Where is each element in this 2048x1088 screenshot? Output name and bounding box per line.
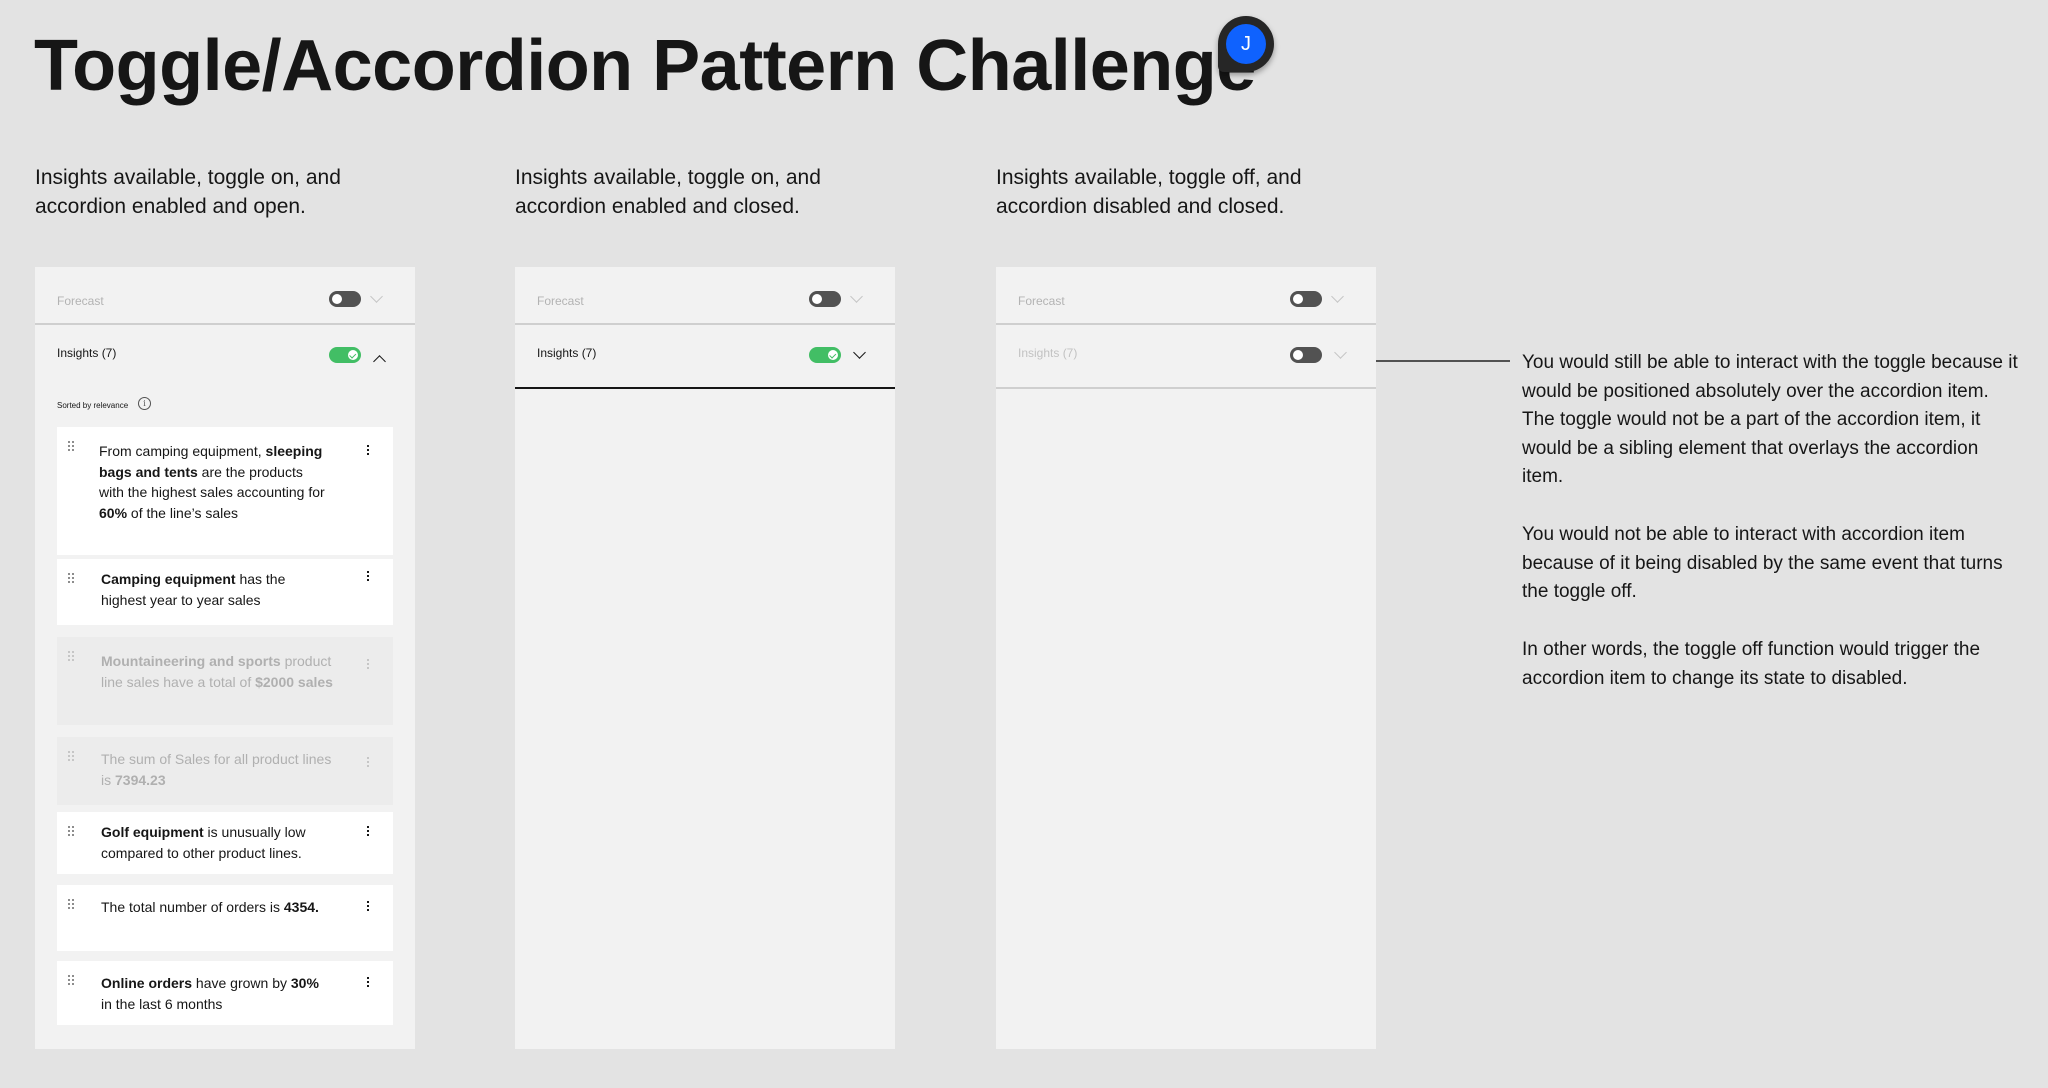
toggle-knob bbox=[812, 294, 822, 304]
toggle-knob bbox=[332, 294, 342, 304]
insight-text-run: From camping equipment, bbox=[99, 443, 266, 459]
forecast-row[interactable]: Forecast bbox=[996, 267, 1376, 325]
insight-text-run: have grown by bbox=[192, 975, 291, 991]
forecast-row[interactable]: Forecast bbox=[515, 267, 895, 325]
panel-disabled: Forecast Insights (7) bbox=[996, 267, 1376, 1049]
insights-toggle[interactable] bbox=[1290, 347, 1322, 363]
toggle-knob bbox=[348, 350, 358, 360]
toggle-knob bbox=[828, 350, 838, 360]
insight-emphasis: Mountaineering and sports bbox=[101, 653, 281, 669]
insight-text: Online orders have grown by 30% in the l… bbox=[101, 973, 333, 1014]
insight-emphasis: Golf equipment bbox=[101, 824, 204, 840]
column-3-caption: Insights available, toggle off, and acco… bbox=[996, 166, 1302, 218]
chevron-down-icon bbox=[1334, 346, 1347, 359]
chevron-down-icon[interactable] bbox=[850, 290, 863, 303]
insight-text: From camping equipment, sleeping bags an… bbox=[99, 441, 331, 523]
panel-open: Forecast Insights (7) Sorted by relevanc… bbox=[35, 267, 415, 1049]
insight-text: Golf equipment is unusually low compared… bbox=[101, 822, 333, 863]
chevron-down-icon[interactable] bbox=[853, 346, 866, 359]
insight-card[interactable]: From camping equipment, sleeping bags an… bbox=[57, 427, 393, 555]
toggle-knob bbox=[1293, 294, 1303, 304]
annotation-note: You would not be able to interact with a… bbox=[1522, 524, 2003, 602]
insight-emphasis: Online orders bbox=[101, 975, 193, 991]
overflow-menu-icon[interactable] bbox=[367, 659, 369, 661]
overflow-menu-icon[interactable] bbox=[367, 901, 369, 903]
avatar-badge[interactable]: J bbox=[1218, 16, 1274, 72]
insight-text: The total number of orders is 4354. bbox=[101, 897, 333, 918]
insight-text: The sum of Sales for all product lines i… bbox=[101, 749, 333, 790]
drag-handle-icon[interactable] bbox=[67, 751, 75, 761]
annotation-note: You would still be able to interact with… bbox=[1522, 352, 2018, 487]
forecast-toggle[interactable] bbox=[809, 291, 841, 307]
insight-text-run: in the last 6 months bbox=[101, 995, 223, 1012]
overflow-menu-icon[interactable] bbox=[367, 445, 369, 447]
insight-text: Mountaineering and sports product line s… bbox=[101, 651, 333, 692]
insights-accordion-header[interactable]: Insights (7) bbox=[35, 325, 415, 387]
column-2-caption: Insights available, toggle on, and accor… bbox=[515, 166, 821, 218]
insight-text-run: The total number of orders is bbox=[101, 899, 284, 915]
drag-handle-icon[interactable] bbox=[67, 441, 75, 451]
chevron-down-icon[interactable] bbox=[370, 290, 383, 303]
drag-handle-icon[interactable] bbox=[67, 975, 75, 985]
drag-handle-icon[interactable] bbox=[67, 826, 75, 836]
drag-handle-icon[interactable] bbox=[67, 899, 75, 909]
chevron-up-icon[interactable] bbox=[373, 355, 386, 368]
insight-card[interactable]: Mountaineering and sports product line s… bbox=[57, 637, 393, 725]
insight-emphasis: Camping equipment bbox=[101, 571, 236, 587]
overflow-menu-icon[interactable] bbox=[367, 977, 369, 979]
insight-emphasis: 60% bbox=[99, 504, 128, 521]
drag-handle-icon[interactable] bbox=[67, 573, 75, 583]
insight-emphasis: 7394.23 bbox=[115, 771, 166, 788]
insight-emphasis: 4354. bbox=[283, 899, 319, 915]
insight-text-run: of the line’s sales bbox=[127, 504, 239, 521]
insight-emphasis: $2000 sales bbox=[255, 673, 333, 690]
overflow-menu-icon[interactable] bbox=[367, 571, 369, 573]
panel-closed: Forecast Insights (7) bbox=[515, 267, 895, 1049]
insight-card[interactable]: Golf equipment is unusually low compared… bbox=[57, 812, 393, 874]
insights-toggle[interactable] bbox=[329, 347, 361, 363]
insight-text: Camping equipment has the highest year t… bbox=[101, 569, 333, 610]
annotation-note: In other words, the toggle off function … bbox=[1522, 639, 1981, 689]
forecast-label: Forecast bbox=[57, 294, 104, 308]
info-icon[interactable]: i bbox=[138, 397, 151, 410]
insight-card[interactable]: The total number of orders is 4354. bbox=[57, 885, 393, 951]
chevron-down-icon[interactable] bbox=[1331, 290, 1344, 303]
annotation-connector-line bbox=[1376, 360, 1510, 362]
overflow-menu-icon[interactable] bbox=[367, 757, 369, 759]
forecast-label: Forecast bbox=[1018, 294, 1065, 308]
toggle-knob bbox=[1293, 350, 1303, 360]
drag-handle-icon[interactable] bbox=[67, 651, 75, 661]
insight-card[interactable]: The sum of Sales for all product lines i… bbox=[57, 737, 393, 805]
overflow-menu-icon[interactable] bbox=[367, 826, 369, 828]
column-1-caption: Insights available, toggle on, and accor… bbox=[35, 166, 341, 218]
insights-label: Insights (7) bbox=[1018, 346, 1078, 360]
insight-card[interactable]: Camping equipment has the highest year t… bbox=[57, 559, 393, 625]
insights-accordion-header[interactable]: Insights (7) bbox=[515, 325, 895, 389]
insights-toggle[interactable] bbox=[809, 347, 841, 363]
forecast-toggle[interactable] bbox=[1290, 291, 1322, 307]
insights-label: Insights (7) bbox=[57, 346, 117, 360]
insights-label: Insights (7) bbox=[537, 346, 597, 360]
page-title: Toggle/Accordion Pattern Challenge bbox=[34, 26, 1256, 106]
forecast-row[interactable]: Forecast bbox=[35, 267, 415, 325]
insights-accordion-header-disabled: Insights (7) bbox=[996, 325, 1376, 389]
forecast-toggle[interactable] bbox=[329, 291, 361, 307]
avatar[interactable]: J bbox=[1226, 24, 1266, 64]
insight-card[interactable]: Online orders have grown by 30% in the l… bbox=[57, 961, 393, 1025]
forecast-label: Forecast bbox=[537, 294, 584, 308]
insight-emphasis: 30% bbox=[290, 975, 319, 991]
sorted-by-label: Sorted by relevance bbox=[57, 401, 129, 410]
